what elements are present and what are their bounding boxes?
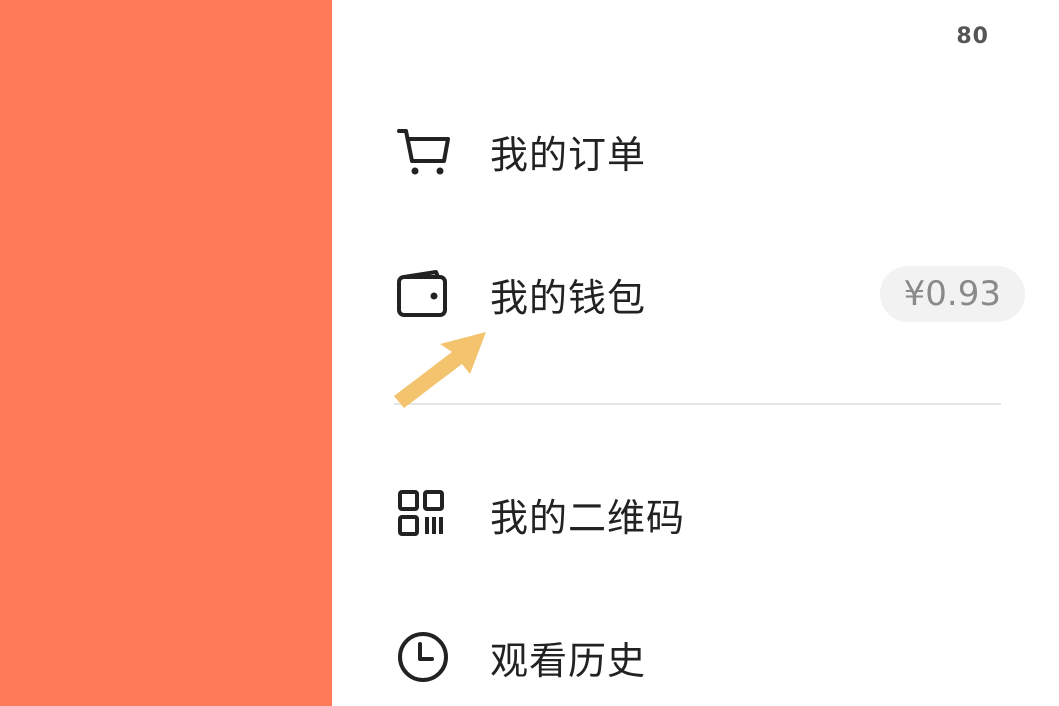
- wallet-balance-badge: ¥0.93: [879, 266, 1025, 322]
- menu-item-label: 观看历史: [490, 638, 647, 683]
- menu-item-label: 我的订单: [490, 132, 647, 177]
- menu-item-history[interactable]: 观看历史: [396, 622, 1025, 692]
- count-label: 80: [956, 24, 989, 49]
- app-screen: 80 我的订单 我的钱包 ¥0.93 我的二维码 观看历史: [0, 0, 1059, 706]
- menu-item-orders[interactable]: 我的订单: [396, 116, 1025, 186]
- wallet-icon: [396, 264, 456, 324]
- menu-item-wallet[interactable]: 我的钱包 ¥0.93: [396, 259, 1025, 329]
- clock-icon: [396, 627, 456, 687]
- menu-item-label: 我的钱包: [490, 275, 647, 320]
- left-color-panel: [0, 0, 332, 706]
- menu-item-qr-code[interactable]: 我的二维码: [396, 479, 1025, 549]
- arrow-pointer-icon: [392, 330, 492, 414]
- menu-item-label: 我的二维码: [490, 495, 686, 540]
- cart-icon: [396, 121, 456, 181]
- qr-code-icon: [396, 484, 456, 544]
